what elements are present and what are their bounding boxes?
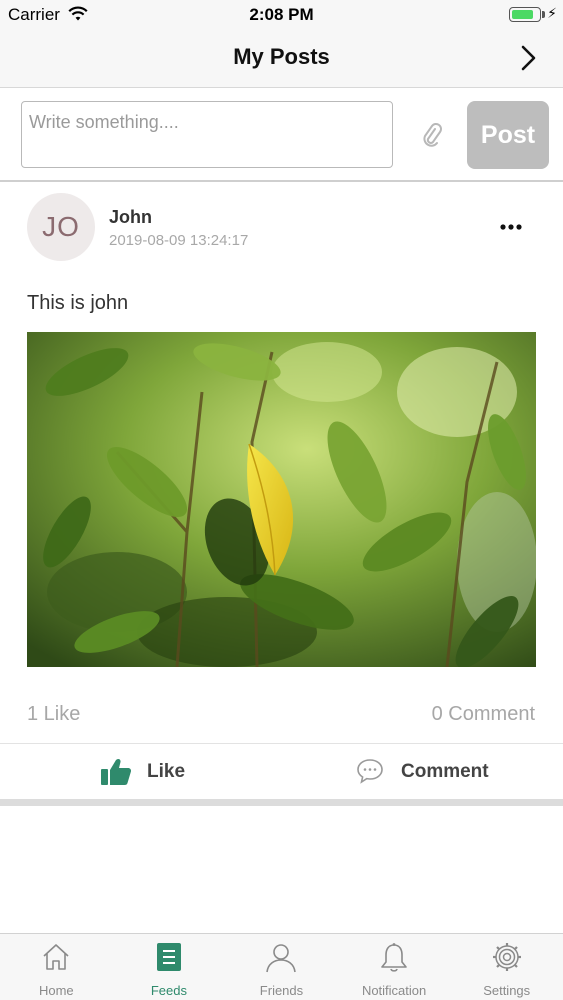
- post-text: This is john: [27, 292, 129, 314]
- leaf-photo: [27, 332, 536, 667]
- like-count[interactable]: 1 Like: [27, 703, 80, 726]
- post-input[interactable]: [21, 101, 393, 168]
- paperclip-icon[interactable]: [420, 121, 444, 151]
- avatar[interactable]: JO: [27, 193, 95, 261]
- post-timestamp: 2019-08-09 13:24:17: [109, 232, 249, 249]
- tab-friends[interactable]: Friends: [225, 934, 338, 1000]
- like-label: Like: [147, 761, 186, 782]
- home-icon: [41, 942, 71, 977]
- post-author[interactable]: John: [109, 207, 152, 228]
- tab-bar: Home Feeds Friends Notification Settings: [0, 933, 563, 1000]
- thumbs-up-icon: [100, 757, 132, 792]
- battery-icon: [509, 7, 541, 22]
- clock: 2:08 PM: [249, 5, 314, 24]
- post-image[interactable]: [27, 332, 536, 667]
- comment-count[interactable]: 0 Comment: [432, 703, 535, 726]
- navigation-bar: My Posts: [0, 30, 563, 88]
- tab-label: Feeds: [150, 983, 187, 998]
- tab-home[interactable]: Home: [0, 934, 113, 1000]
- tab-label: Notification: [361, 983, 427, 998]
- battery-level: [512, 10, 533, 19]
- comment-button[interactable]: Comment: [355, 744, 515, 800]
- more-horizontal-icon[interactable]: [497, 217, 525, 237]
- bell-icon: [379, 942, 409, 979]
- friends-icon: [265, 942, 297, 979]
- status-bar: Carrier 2:08 PM ⚡: [0, 0, 563, 30]
- tab-label: Home: [38, 983, 74, 998]
- comment-label: Comment: [401, 761, 489, 782]
- tab-label: Settings: [483, 983, 531, 998]
- post-stats: 1 Like 0 Comment: [0, 703, 563, 727]
- charging-icon: ⚡: [547, 5, 557, 21]
- feeds-icon: [156, 942, 182, 977]
- gear-icon: [492, 942, 522, 977]
- tab-settings[interactable]: Settings: [450, 934, 563, 1000]
- post-composer: Post: [0, 88, 563, 182]
- chevron-right-icon[interactable]: [517, 43, 539, 73]
- tab-label: Friends: [259, 983, 304, 998]
- comment-bubble-icon: [355, 757, 385, 790]
- tab-notification[interactable]: Notification: [338, 934, 451, 1000]
- post-actions: Like Comment: [0, 743, 563, 799]
- page-title: My Posts: [233, 44, 330, 69]
- post-button[interactable]: Post: [467, 101, 549, 169]
- battery-tip: [542, 11, 545, 18]
- post-separator: [0, 799, 563, 806]
- tab-feeds[interactable]: Feeds: [113, 934, 226, 1000]
- like-button[interactable]: Like: [100, 744, 220, 800]
